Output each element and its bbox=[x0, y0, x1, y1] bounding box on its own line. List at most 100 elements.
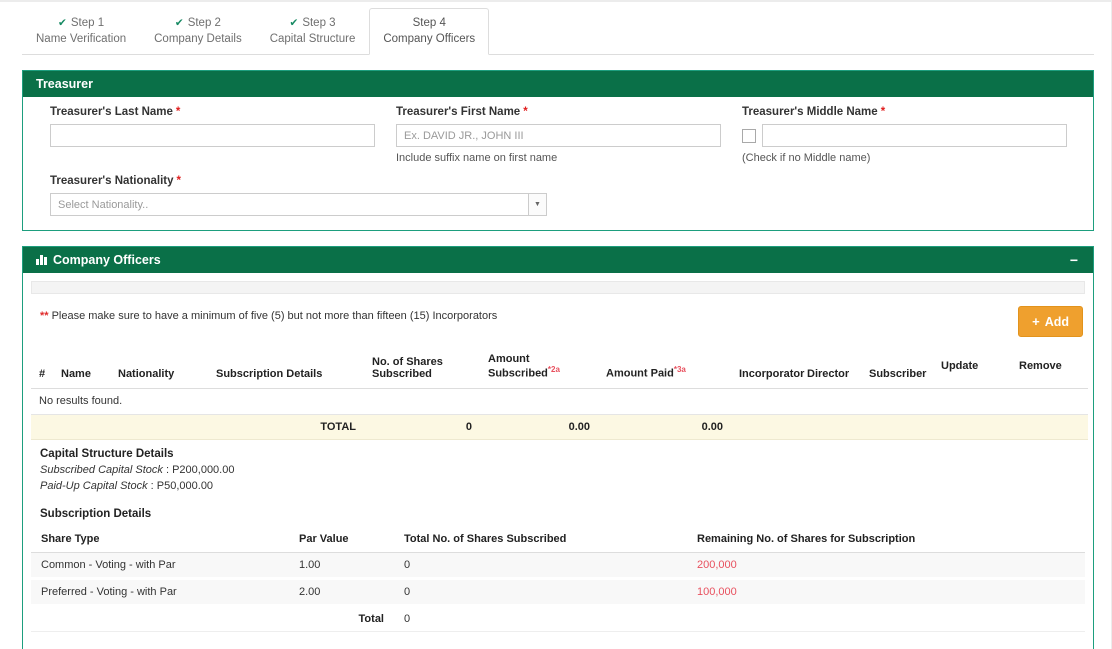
nationality-select[interactable]: Select Nationality.. ▼ bbox=[50, 193, 547, 216]
tab-step2-company-details[interactable]: ✔ Step 2 Company Details bbox=[140, 8, 256, 55]
treasurer-form: Treasurer's Last Name * Treasurer's First… bbox=[23, 97, 1093, 230]
company-officers-body: ** Please make sure to have a minimum of … bbox=[23, 273, 1093, 649]
inner-panel-heading-strip bbox=[31, 281, 1085, 294]
share-row-common: Common - Voting - with Par 1.00 0 200,00… bbox=[31, 552, 1085, 580]
subscribed-capital-line: Subscribed Capital Stock : P200,000.00 bbox=[40, 463, 235, 476]
officers-table: # Name Nationality Subscription Details … bbox=[31, 347, 1088, 440]
total-shares: 0 bbox=[394, 552, 687, 580]
middle-name-hint: (Check if no Middle name) bbox=[742, 152, 871, 164]
tab-step: Step 2 bbox=[187, 17, 221, 29]
subscription-total-label: Total bbox=[289, 604, 394, 632]
tab-step: Step 4 bbox=[412, 17, 446, 29]
col-total-shares-subscribed: Total No. of Shares Subscribed bbox=[394, 527, 687, 553]
last-name-label: Treasurer's Last Name * bbox=[50, 106, 181, 118]
tab-step1-name-verification[interactable]: ✔ Step 1 Name Verification bbox=[22, 8, 140, 55]
col-amount-subscribed: Amount Subscribed*2a bbox=[480, 347, 598, 389]
subscription-table: Share Type Par Value Total No. of Shares… bbox=[31, 527, 1085, 632]
tab-label: Company Officers bbox=[383, 33, 476, 45]
middle-name-label: Treasurer's Middle Name * bbox=[742, 106, 886, 118]
col-name: Name bbox=[53, 347, 110, 389]
col-share-type: Share Type bbox=[31, 527, 289, 553]
col-shares-subscribed: No. of Shares Subscribed bbox=[364, 347, 480, 389]
subscribed-capital-value: P200,000.00 bbox=[172, 463, 235, 476]
nationality-selected-value: Select Nationality.. bbox=[58, 198, 149, 211]
col-incorporator: Incorporator bbox=[731, 347, 804, 389]
incorporators-notice: ** Please make sure to have a minimum of … bbox=[40, 310, 498, 322]
capital-structure-details: Capital Structure Details Subscribed Cap… bbox=[31, 440, 1085, 520]
required-mark: * bbox=[175, 106, 181, 118]
notice-stars: ** bbox=[40, 310, 49, 322]
par-value: 1.00 bbox=[289, 552, 394, 580]
col-remove: Remove bbox=[1011, 347, 1088, 389]
tab-step: Step 1 bbox=[70, 17, 105, 29]
col-number: # bbox=[31, 347, 53, 389]
check-icon: ✔ bbox=[58, 17, 67, 29]
col-subscriber: Subscriber bbox=[861, 347, 933, 389]
par-value: 2.00 bbox=[289, 578, 394, 607]
col-remaining-shares: Remaining No. of Shares for Subscription bbox=[687, 527, 1085, 553]
no-results-row: No results found. bbox=[31, 388, 1088, 415]
nationality-label: Treasurer's Nationality * bbox=[50, 175, 182, 187]
step-tabs: ✔ Step 1 Name Verification ✔ Step 2 Compan… bbox=[22, 8, 1094, 55]
bar-chart-icon bbox=[36, 255, 47, 265]
capital-structure-title: Capital Structure Details bbox=[40, 447, 174, 460]
remaining-shares: 100,000 bbox=[687, 578, 1085, 607]
total-amount-subscribed: 0.00 bbox=[480, 414, 598, 440]
officers-table-header-row: # Name Nationality Subscription Details … bbox=[31, 347, 1088, 389]
treasurer-first-name-input[interactable] bbox=[396, 124, 721, 147]
check-icon: ✔ bbox=[289, 17, 299, 29]
col-par-value: Par Value bbox=[289, 527, 394, 553]
tab-label: Company Details bbox=[154, 33, 242, 45]
company-officers-panel: Company Officers − ** Please make sure to… bbox=[22, 246, 1094, 649]
col-subscription-details: Subscription Details bbox=[208, 347, 364, 389]
total-shares: 0 bbox=[394, 578, 687, 607]
first-name-label: Treasurer's First Name * bbox=[396, 106, 528, 118]
col-update: Update bbox=[933, 347, 1011, 389]
company-officers-title: Company Officers bbox=[53, 253, 161, 267]
page: ✔ Step 1 Name Verification ✔ Step 2 Compan… bbox=[0, 0, 1112, 649]
officers-total-row: TOTAL 0 0.00 0.00 bbox=[31, 414, 1088, 440]
sup-2a: *2a bbox=[547, 365, 560, 374]
collapse-minus-icon[interactable]: − bbox=[1068, 253, 1080, 267]
total-shares: 0 bbox=[364, 414, 480, 440]
treasurer-panel-header: Treasurer bbox=[23, 71, 1093, 97]
col-nationality: Nationality bbox=[110, 347, 208, 389]
required-mark: * bbox=[176, 175, 182, 187]
first-name-hint: Include suffix name on first name bbox=[396, 152, 558, 164]
tab-step3-capital-structure[interactable]: ✔ Step 3 Capital Structure bbox=[256, 8, 370, 55]
no-middle-name-checkbox[interactable] bbox=[742, 128, 756, 143]
subscription-total-row: Total 0 bbox=[31, 604, 1085, 632]
no-results-text: No results found. bbox=[31, 388, 1088, 415]
officers-toolbar: ** Please make sure to have a minimum of … bbox=[31, 294, 1085, 347]
subscription-header-row: Share Type Par Value Total No. of Shares… bbox=[31, 527, 1085, 553]
note-block: Note: 1. Total Amount Subscribed*2amust … bbox=[31, 632, 1085, 649]
share-type: Common - Voting - with Par bbox=[31, 552, 289, 580]
tab-step: Step 3 bbox=[302, 17, 336, 29]
col-director: Director bbox=[799, 347, 861, 389]
paidup-capital-line: Paid-Up Capital Stock : P50,000.00 bbox=[40, 479, 214, 492]
share-type: Preferred - Voting - with Par bbox=[31, 578, 289, 607]
total-amount-paid: 0.00 bbox=[598, 414, 731, 440]
required-mark: * bbox=[523, 106, 528, 118]
col-amount-paid: Amount Paid*3a bbox=[598, 347, 731, 389]
tab-label: Capital Structure bbox=[269, 33, 356, 45]
company-officers-panel-header: Company Officers − bbox=[23, 247, 1093, 273]
plus-icon: + bbox=[1032, 314, 1040, 329]
chevron-down-icon[interactable]: ▼ bbox=[528, 194, 546, 215]
tab-label: Name Verification bbox=[36, 33, 127, 45]
subscription-total-value: 0 bbox=[394, 604, 687, 632]
add-officer-button[interactable]: + Add bbox=[1018, 306, 1083, 337]
required-mark: * bbox=[880, 106, 886, 118]
treasurer-title: Treasurer bbox=[36, 77, 93, 91]
treasurer-middle-name-input[interactable] bbox=[762, 124, 1067, 147]
remaining-shares: 200,000 bbox=[687, 552, 1085, 580]
subscription-details-title: Subscription Details bbox=[40, 507, 152, 520]
treasurer-last-name-input[interactable] bbox=[50, 124, 375, 147]
paidup-capital-value: P50,000.00 bbox=[156, 479, 214, 492]
treasurer-panel: Treasurer Treasurer's Last Name * Treasur… bbox=[22, 70, 1094, 231]
share-row-preferred: Preferred - Voting - with Par 2.00 0 100… bbox=[31, 578, 1085, 607]
total-label: TOTAL bbox=[31, 414, 364, 440]
sup-3a: *3a bbox=[673, 365, 686, 374]
tab-step4-company-officers[interactable]: Step 4 Company Officers bbox=[369, 8, 490, 55]
check-icon: ✔ bbox=[174, 17, 184, 29]
